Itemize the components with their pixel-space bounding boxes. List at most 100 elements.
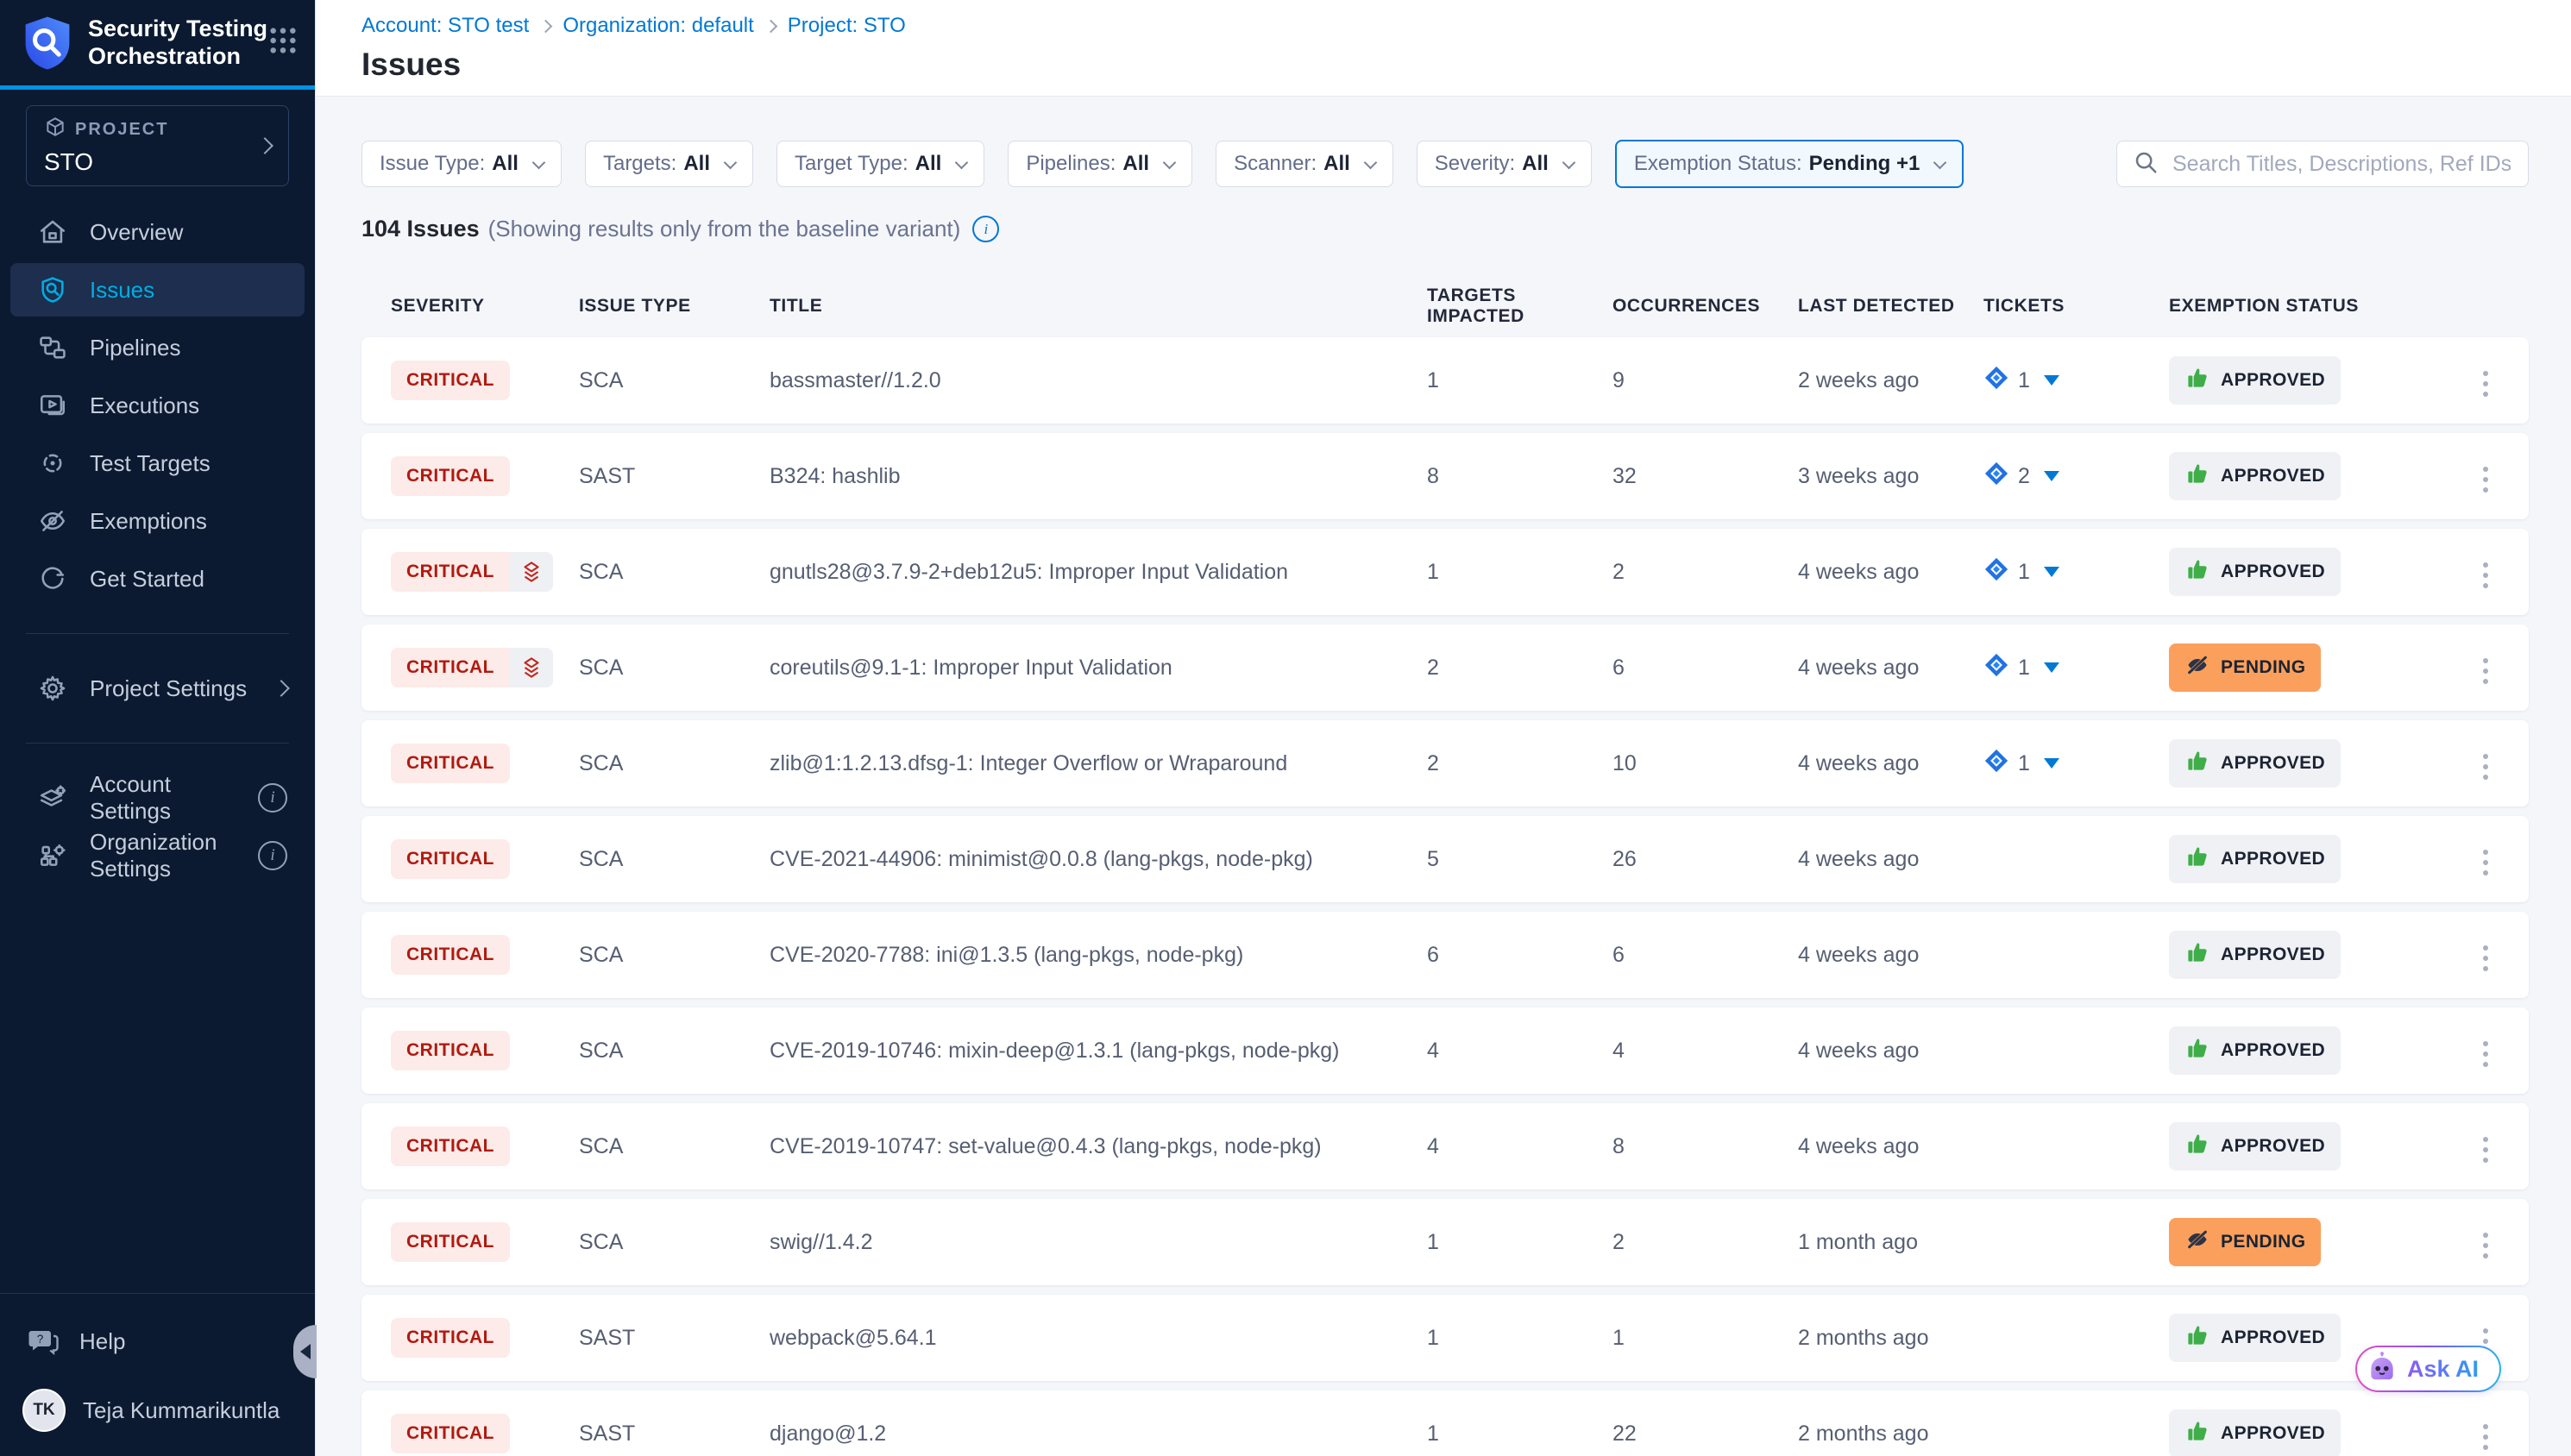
table-row[interactable]: CRITICALSASTB324: hashlib8323 weeks ago2… [361, 433, 2529, 519]
last-detected: 2 months ago [1798, 1421, 1983, 1447]
row-menu-button[interactable] [2476, 938, 2495, 978]
table-row[interactable]: CRITICALSCACVE-2021-44906: minimist@0.0.… [361, 816, 2529, 902]
jira-ticket-icon [1983, 652, 2009, 684]
table-row[interactable]: CRITICALSCAzlib@1:1.2.13.dfsg-1: Integer… [361, 720, 2529, 806]
caret-down-icon [2044, 758, 2059, 769]
occurrences: 9 [1612, 368, 1798, 393]
table-row[interactable]: CRITICALSCACVE-2019-10746: mixin-deep@1.… [361, 1007, 2529, 1094]
sidebar-item-project-settings[interactable]: Project Settings [10, 662, 305, 715]
issue-type: SCA [579, 943, 770, 968]
table-row[interactable]: CRITICALSCAbassmaster//1.2.0192 weeks ag… [361, 337, 2529, 424]
exemption-status-label: PENDING [2221, 657, 2305, 678]
app-switcher-icon[interactable] [268, 26, 298, 60]
exemption-status-badge: APPROVED [2169, 1026, 2341, 1075]
filter-issue-type[interactable]: Issue Type:All [361, 141, 562, 187]
sidebar-item-get-started[interactable]: Get Started [10, 552, 305, 606]
table-row[interactable]: CRITICALSASTwebpack@5.64.1112 months ago… [361, 1295, 2529, 1381]
row-menu-button[interactable] [2476, 843, 2495, 882]
occurrences: 6 [1612, 943, 1798, 968]
filter-label: Severity: [1435, 152, 1515, 176]
filter-label: Exemption Status: [1634, 152, 1802, 176]
filter-scanner[interactable]: Scanner:All [1216, 141, 1393, 187]
row-menu-button[interactable] [2476, 651, 2495, 691]
tickets-dropdown[interactable]: 1 [1983, 556, 2169, 588]
table-row[interactable]: CRITICALSCAgnutls28@3.7.9-2+deb12u5: Imp… [361, 529, 2529, 615]
table-row[interactable]: CRITICALSCAcoreutils@9.1-1: Improper Inp… [361, 624, 2529, 711]
sidebar-item-label: Project Settings [90, 675, 275, 702]
last-detected: 4 weeks ago [1798, 943, 1983, 968]
app-root: Security Testing Orchestration PROJ [0, 0, 2571, 1456]
filter-exemption-status[interactable]: Exemption Status:Pending +1 [1615, 140, 1964, 188]
issue-type: SAST [579, 1326, 770, 1351]
filter-value: All [1122, 152, 1149, 176]
row-menu-button[interactable] [2476, 364, 2495, 404]
sidebar-item-organization-settings[interactable]: Organization Settingsi [10, 829, 305, 882]
severity-badge: CRITICAL [391, 1127, 510, 1166]
user-profile[interactable]: TK Teja Kummarikuntla [0, 1384, 315, 1437]
filter-value: All [1522, 152, 1549, 176]
pipeline-icon [38, 333, 67, 362]
app-logo-shield-icon [21, 15, 74, 72]
severity-label: CRITICAL [391, 744, 510, 783]
severity-badge: CRITICAL [391, 1318, 510, 1358]
sidebar-item-label: Get Started [90, 566, 204, 593]
table-row[interactable]: CRITICALSCACVE-2020-7788: ini@1.3.5 (lan… [361, 912, 2529, 998]
table-row[interactable]: CRITICALSCAswig//1.4.2121 month agoPENDI… [361, 1199, 2529, 1285]
breadcrumb-link[interactable]: Organization: default [563, 14, 753, 38]
tickets-dropdown[interactable]: 1 [1983, 365, 2169, 397]
last-detected: 4 weeks ago [1798, 1039, 1983, 1064]
row-menu-button[interactable] [2476, 1417, 2495, 1456]
exemption-status-badge: APPROVED [2169, 452, 2341, 500]
sidebar-item-issues[interactable]: Issues [10, 263, 305, 317]
exemption-status-badge: APPROVED [2169, 1314, 2341, 1362]
breadcrumb-link[interactable]: Project: STO [788, 14, 906, 38]
row-menu-button[interactable] [2476, 1034, 2495, 1074]
sidebar-item-test-targets[interactable]: Test Targets [10, 436, 305, 490]
severity-label: CRITICAL [391, 552, 510, 592]
exemption-status-badge: APPROVED [2169, 548, 2341, 596]
filter-severity[interactable]: Severity: All [1417, 141, 1592, 187]
row-menu-button[interactable] [2476, 747, 2495, 787]
issue-title: bassmaster//1.2.0 [770, 368, 1427, 393]
filter-pipelines[interactable]: Pipelines:All [1008, 141, 1192, 187]
ask-ai-button[interactable]: Ask AI [2355, 1346, 2501, 1392]
sidebar-item-executions[interactable]: Executions [10, 379, 305, 432]
occurrences: 22 [1612, 1421, 1798, 1447]
severity-badge: CRITICAL [391, 839, 510, 879]
project-selector[interactable]: PROJECT STO [26, 105, 289, 186]
sidebar-item-help[interactable]: ? Help [0, 1315, 315, 1368]
info-icon[interactable]: i [972, 216, 999, 242]
filter-target-type[interactable]: Target Type:All [776, 141, 984, 187]
table-row[interactable]: CRITICALSCACVE-2019-10747: set-value@0.4… [361, 1103, 2529, 1189]
table-row[interactable]: CRITICALSASTdjango@1.21222 months agoAPP… [361, 1390, 2529, 1456]
sidebar-item-exemptions[interactable]: Exemptions [10, 494, 305, 548]
targets-impacted: 1 [1427, 1326, 1612, 1351]
issue-title: zlib@1:1.2.13.dfsg-1: Integer Overflow o… [770, 751, 1427, 776]
chevron-down-icon [1163, 155, 1177, 169]
targets-impacted: 5 [1427, 847, 1612, 872]
breadcrumb-link[interactable]: Account: STO test [361, 14, 529, 38]
row-menu-button[interactable] [2476, 1226, 2495, 1265]
targets-impacted: 4 [1427, 1039, 1612, 1064]
filter-targets[interactable]: Targets:All [585, 141, 753, 187]
row-menu-button[interactable] [2476, 555, 2495, 595]
sidebar-item-pipelines[interactable]: Pipelines [10, 321, 305, 374]
row-menu-button[interactable] [2476, 460, 2495, 499]
sidebar-item-account-settings[interactable]: Account Settingsi [10, 771, 305, 825]
sidebar-item-overview[interactable]: Overview [10, 205, 305, 259]
execution-icon [38, 391, 67, 420]
tickets-dropdown[interactable]: 2 [1983, 461, 2169, 493]
occurrences: 32 [1612, 464, 1798, 489]
exemption-status-label: APPROVED [2221, 1327, 2325, 1348]
chevron-down-icon [955, 155, 969, 169]
search-box[interactable] [2116, 141, 2529, 187]
issues-count-line: 104 Issues (Showing results only from th… [361, 216, 2529, 242]
search-input[interactable] [2171, 151, 2512, 178]
issue-title: webpack@5.64.1 [770, 1326, 1427, 1351]
project-name: STO [44, 148, 259, 176]
row-menu-button[interactable] [2476, 1130, 2495, 1170]
column-header: TITLE [770, 296, 1427, 317]
severity-label: CRITICAL [391, 361, 510, 400]
tickets-dropdown[interactable]: 1 [1983, 652, 2169, 684]
tickets-dropdown[interactable]: 1 [1983, 748, 2169, 780]
